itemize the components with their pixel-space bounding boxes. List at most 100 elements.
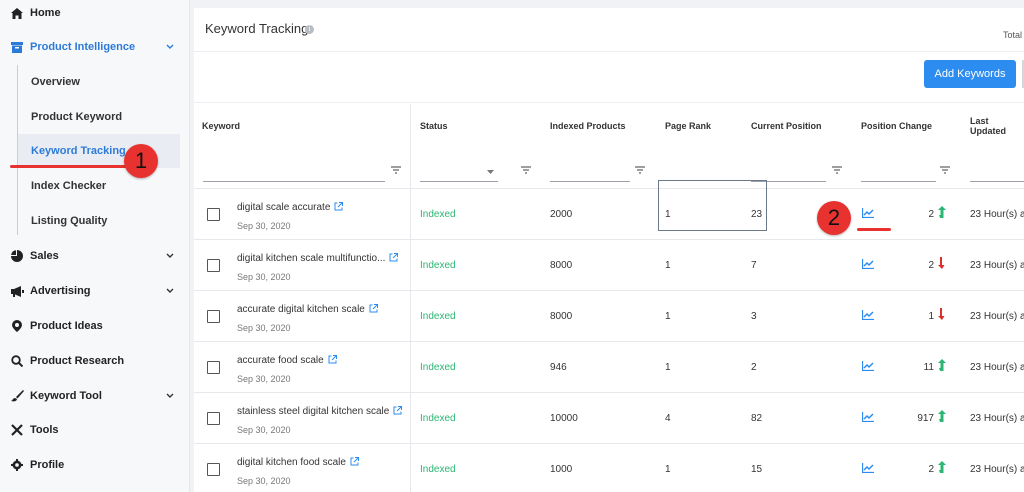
current-position-cell: 7: [751, 260, 757, 271]
keyword-link[interactable]: accurate food scale: [237, 355, 324, 366]
nav-product-ideas-label: Product Ideas: [30, 320, 103, 332]
last-updated-filter-input[interactable]: [970, 160, 1024, 182]
current-position-cell: 82: [751, 413, 763, 424]
keyword-cell: digital kitchen food scale: [237, 457, 359, 469]
line-chart-icon[interactable]: [861, 361, 874, 374]
column-header-current-position[interactable]: Current Position: [751, 104, 822, 148]
current-position-cell: 15: [751, 464, 763, 475]
row-checkbox[interactable]: [207, 412, 220, 425]
nav-product-ideas[interactable]: Product Ideas: [0, 309, 190, 343]
status-cell: Indexed: [420, 413, 456, 424]
position-change-filter-input[interactable]: [861, 160, 936, 182]
add-keywords-button[interactable]: Add Keywords: [924, 60, 1016, 88]
nav-profile[interactable]: Profile: [0, 448, 190, 482]
caret-down-icon: [487, 165, 494, 177]
external-link-icon[interactable]: [328, 355, 337, 367]
chevron-down-icon: [166, 285, 174, 297]
column-header-last-updated[interactable]: Last Updated: [970, 104, 1024, 148]
status-filter-select[interactable]: [420, 160, 498, 182]
chevron-down-icon: [166, 41, 174, 53]
nav-tools[interactable]: Tools: [0, 413, 190, 447]
sidebar-item-product-keyword[interactable]: Product Keyword: [18, 100, 180, 134]
external-link-icon[interactable]: [350, 457, 359, 469]
filter-icon[interactable]: [832, 165, 842, 174]
keyword-link[interactable]: digital kitchen food scale: [237, 457, 346, 468]
filter-icon[interactable]: [940, 165, 950, 174]
map-pin-icon: [10, 319, 24, 333]
position-change-value: 2: [928, 464, 934, 475]
row-checkbox[interactable]: [207, 361, 220, 374]
status-cell: Indexed: [420, 209, 456, 220]
keyword-filter-input[interactable]: [203, 160, 385, 182]
external-link-icon[interactable]: [389, 253, 399, 265]
nav-home[interactable]: Home: [0, 0, 190, 30]
nav-product-intelligence-label: Product Intelligence: [30, 41, 136, 53]
nav-home-label: Home: [30, 7, 61, 19]
row-checkbox[interactable]: [207, 259, 220, 272]
keyword-cell: digital scale accurate: [237, 202, 344, 214]
arrow-down-icon: [938, 308, 946, 323]
keyword-cell: accurate food scale: [237, 355, 337, 367]
row-checkbox[interactable]: [207, 208, 220, 221]
arrow-up-icon: [938, 206, 946, 221]
column-header-page-rank[interactable]: Page Rank: [665, 104, 711, 148]
nav-tools-label: Tools: [30, 424, 59, 436]
column-header-keyword[interactable]: Keyword: [202, 104, 240, 148]
external-link-icon[interactable]: [393, 406, 403, 418]
table-row: accurate food scale Sep 30, 2020 Indexed 94…: [194, 342, 1024, 393]
nav-advertising[interactable]: Advertising: [0, 274, 190, 308]
filter-icon[interactable]: [391, 165, 401, 174]
column-header-indexed-products[interactable]: Indexed Products: [550, 104, 626, 148]
keyword-link[interactable]: accurate digital kitchen scale: [237, 304, 365, 315]
line-chart-icon[interactable]: [861, 463, 874, 476]
arrow-down-icon: [938, 257, 946, 272]
sidebar: Home Product Intelligence Overview Produ…: [0, 0, 190, 492]
keyword-link[interactable]: digital scale accurate: [237, 202, 330, 213]
column-header-status[interactable]: Status: [420, 104, 448, 148]
line-chart-icon[interactable]: [861, 310, 874, 323]
last-updated-cell: 23 Hour(s) a: [970, 260, 1024, 271]
nav-sales[interactable]: Sales: [0, 239, 190, 273]
position-change-value: 917: [917, 413, 934, 424]
annotation-marker-2: 2: [817, 201, 851, 235]
table-row: accurate digital kitchen scale Sep 30, 20…: [194, 291, 1024, 342]
filter-row: [194, 148, 1024, 189]
keyword-cell: digital kitchen scale multifunctio...: [237, 253, 399, 265]
external-link-icon[interactable]: [334, 202, 344, 214]
position-change-value: 2: [928, 209, 934, 220]
table-row: stainless steel digital kitchen scale Sep…: [194, 393, 1024, 444]
sidebar-item-index-checker[interactable]: Index Checker: [18, 169, 180, 203]
indexed-products-cell: 8000: [550, 311, 573, 322]
info-icon[interactable]: i: [305, 25, 314, 34]
external-link-icon[interactable]: [369, 304, 378, 316]
nav-product-intelligence[interactable]: Product Intelligence: [0, 30, 190, 64]
current-position-filter-input[interactable]: [751, 160, 826, 182]
nav-keyword-tool[interactable]: Keyword Tool: [0, 379, 190, 413]
line-chart-icon[interactable]: [861, 412, 874, 425]
position-change-value: 2: [928, 260, 934, 271]
row-checkbox[interactable]: [207, 310, 220, 323]
filter-icon[interactable]: [635, 165, 645, 174]
line-chart-icon[interactable]: [861, 259, 874, 272]
indexed-filter-input[interactable]: [550, 160, 630, 182]
indexed-products-cell: 8000: [550, 260, 573, 271]
line-chart-icon[interactable]: [861, 208, 874, 221]
keyword-cell: stainless steel digital kitchen scale: [237, 406, 403, 418]
sidebar-item-overview[interactable]: Overview: [18, 65, 180, 99]
annotation-marker-1: 1: [124, 144, 158, 178]
pie-chart-icon: [10, 249, 24, 263]
keyword-link[interactable]: digital kitchen scale multifunctio...: [237, 253, 385, 264]
nav-product-research[interactable]: Product Research: [0, 344, 190, 378]
tools-icon: [10, 423, 24, 437]
nav-sales-label: Sales: [30, 250, 59, 262]
annotation-underline-2: [857, 228, 891, 231]
row-checkbox[interactable]: [207, 463, 220, 476]
filter-icon[interactable]: [521, 165, 531, 174]
keyword-link[interactable]: stainless steel digital kitchen scale: [237, 406, 389, 417]
nav-product-research-label: Product Research: [30, 355, 125, 367]
total-label: Total: [1002, 30, 1022, 40]
column-header-position-change[interactable]: Position Change: [861, 104, 932, 148]
table-row: digital scale accurate Sep 30, 2020 Indexe…: [194, 189, 1024, 240]
sidebar-item-listing-quality[interactable]: Listing Quality: [18, 204, 180, 238]
position-change-highlight: [658, 180, 767, 231]
